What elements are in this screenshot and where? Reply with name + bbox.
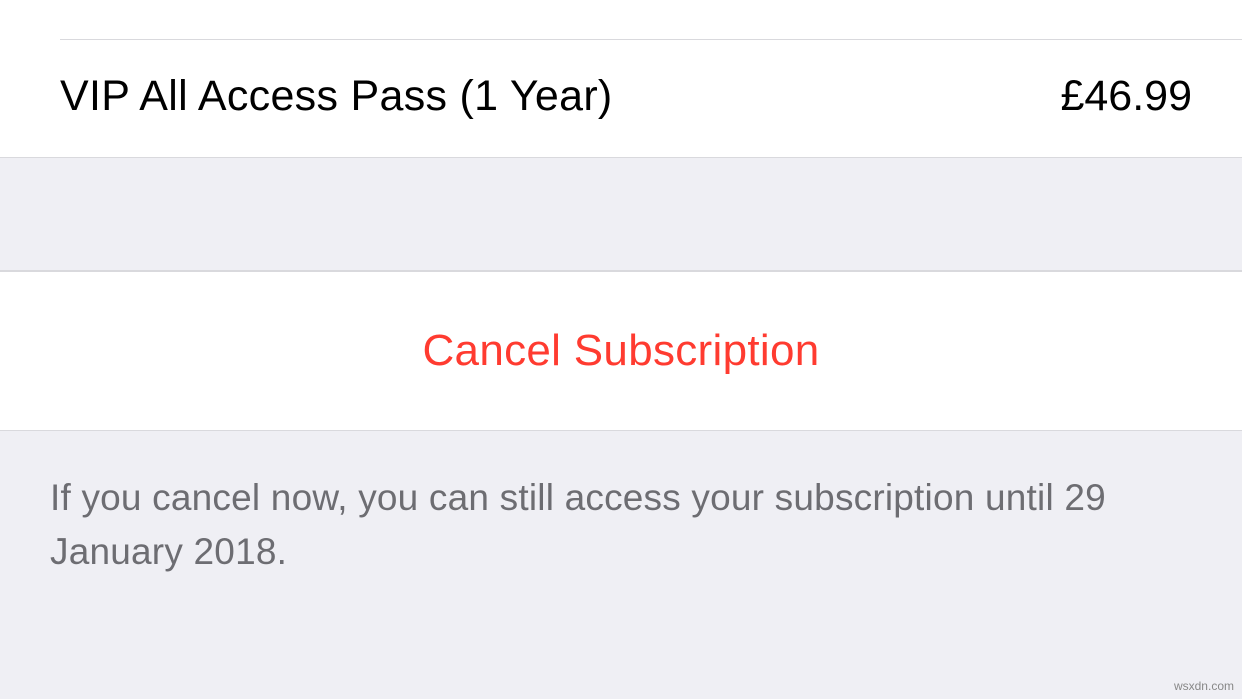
product-section: VIP All Access Pass (1 Year) £46.99 [0,0,1242,157]
section-gap [0,157,1242,271]
watermark: wsxdn.com [1174,679,1234,693]
cancel-section: Cancel Subscription [0,271,1242,431]
product-name: VIP All Access Pass (1 Year) [60,72,613,121]
cancel-footer-message: If you cancel now, you can still access … [0,431,1242,578]
cancel-subscription-button[interactable]: Cancel Subscription [0,272,1242,430]
product-row[interactable]: VIP All Access Pass (1 Year) £46.99 [0,40,1242,157]
top-spacer [0,0,1242,39]
product-price: £46.99 [1060,72,1192,121]
